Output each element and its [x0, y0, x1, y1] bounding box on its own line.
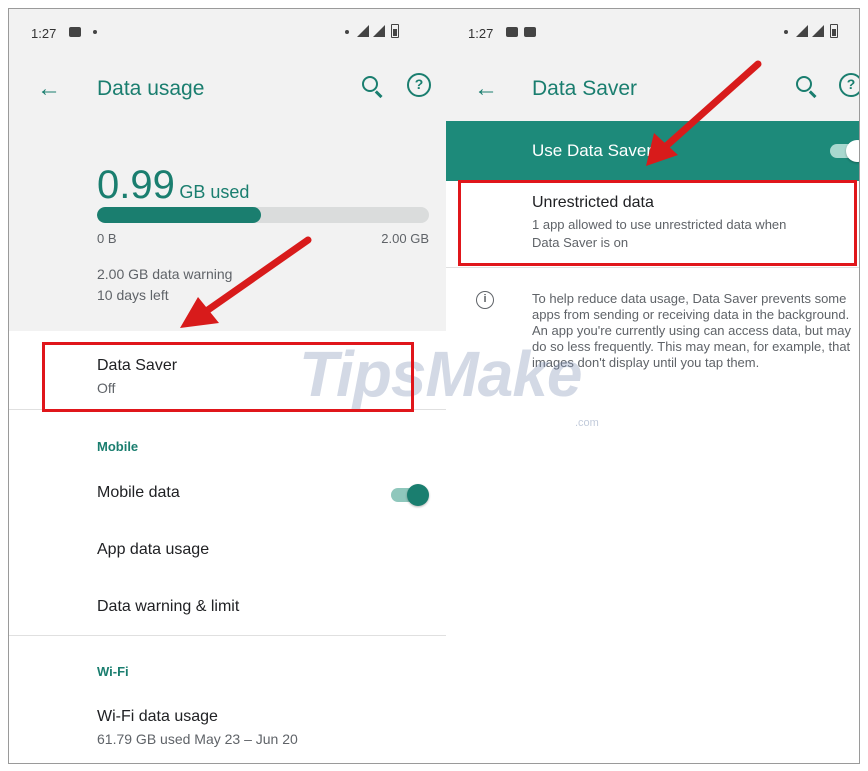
battery-icon	[391, 24, 399, 38]
arrow-left-icon[interactable]: ←	[474, 75, 498, 103]
highlight-box-unrestricted	[458, 180, 857, 266]
page-title: Data usage	[97, 77, 205, 100]
divider	[446, 267, 859, 268]
usage-unit: GB used	[179, 182, 250, 202]
wifi-signal-icon	[796, 25, 808, 37]
search-icon[interactable]	[362, 76, 378, 92]
screenshot-frame: 1:27 ← Data usage ? 0.99 GB used 0 B 2.0…	[8, 8, 860, 764]
page-title: Data Saver	[532, 77, 638, 100]
highlight-box-data-saver	[42, 342, 414, 412]
usage-progress-bar	[97, 207, 429, 223]
usage-progress-fill	[97, 207, 262, 223]
search-icon[interactable]	[796, 76, 812, 92]
use-data-saver-banner[interactable]: Use Data Saver	[446, 121, 859, 181]
notification-icon	[69, 27, 81, 37]
battery-icon	[830, 24, 838, 38]
section-header-wifi: Wi-Fi	[97, 664, 129, 679]
status-dot-icon	[345, 30, 349, 34]
app-bar: ← Data Saver ?	[446, 57, 859, 121]
data-warning-limit-label: Data warning & limit	[97, 598, 240, 615]
wifi-data-usage-row[interactable]: Wi-Fi data usage 61.79 GB used May 23 – …	[9, 699, 446, 759]
use-data-saver-label: Use Data Saver	[532, 141, 652, 160]
usage-value: 0.99	[97, 163, 175, 207]
notification-dot-icon	[93, 30, 97, 34]
arrow-left-icon[interactable]: ←	[37, 75, 61, 103]
mobile-data-row[interactable]: Mobile data	[9, 467, 446, 517]
notification-icon	[506, 27, 518, 37]
help-icon[interactable]: ?	[407, 73, 431, 97]
wifi-data-usage-title: Wi-Fi data usage	[97, 708, 218, 725]
mobile-data-label: Mobile data	[97, 484, 180, 501]
help-icon[interactable]: ?	[839, 73, 859, 97]
cell-signal-icon	[373, 25, 385, 37]
status-bar: 1:27	[9, 9, 446, 57]
notification-icon	[524, 27, 536, 37]
toggle-knob	[846, 140, 859, 162]
days-left-text: 10 days left	[97, 287, 169, 303]
app-data-usage-label: App data usage	[97, 541, 210, 558]
wifi-data-usage-detail: 61.79 GB used May 23 – Jun 20	[97, 731, 298, 747]
divider	[9, 635, 446, 636]
status-dot-icon	[784, 30, 788, 34]
status-time: 1:27	[468, 26, 494, 41]
watermark-domain: .com	[575, 417, 599, 429]
status-time: 1:27	[31, 26, 57, 41]
data-warning-text: 2.00 GB data warning	[97, 266, 233, 282]
mobile-data-toggle[interactable]	[391, 484, 429, 506]
range-min-label: 0 B	[97, 231, 117, 246]
cell-signal-icon	[812, 25, 824, 37]
info-icon: i	[476, 291, 494, 309]
wifi-signal-icon	[357, 25, 369, 37]
usage-total: 0.99 GB used	[97, 163, 249, 208]
range-max-label: 2.00 GB	[381, 231, 429, 246]
data-warning-limit-row[interactable]: Data warning & limit	[9, 581, 446, 631]
status-bar: 1:27	[446, 9, 859, 57]
use-data-saver-toggle[interactable]	[830, 140, 859, 162]
app-bar: ← Data usage ?	[9, 57, 446, 121]
app-data-usage-row[interactable]: App data usage	[9, 524, 446, 574]
toggle-knob	[407, 484, 429, 506]
section-header-mobile: Mobile	[97, 439, 139, 454]
usage-summary: 0.99 GB used 0 B 2.00 GB 2.00 GB data wa…	[9, 121, 446, 331]
